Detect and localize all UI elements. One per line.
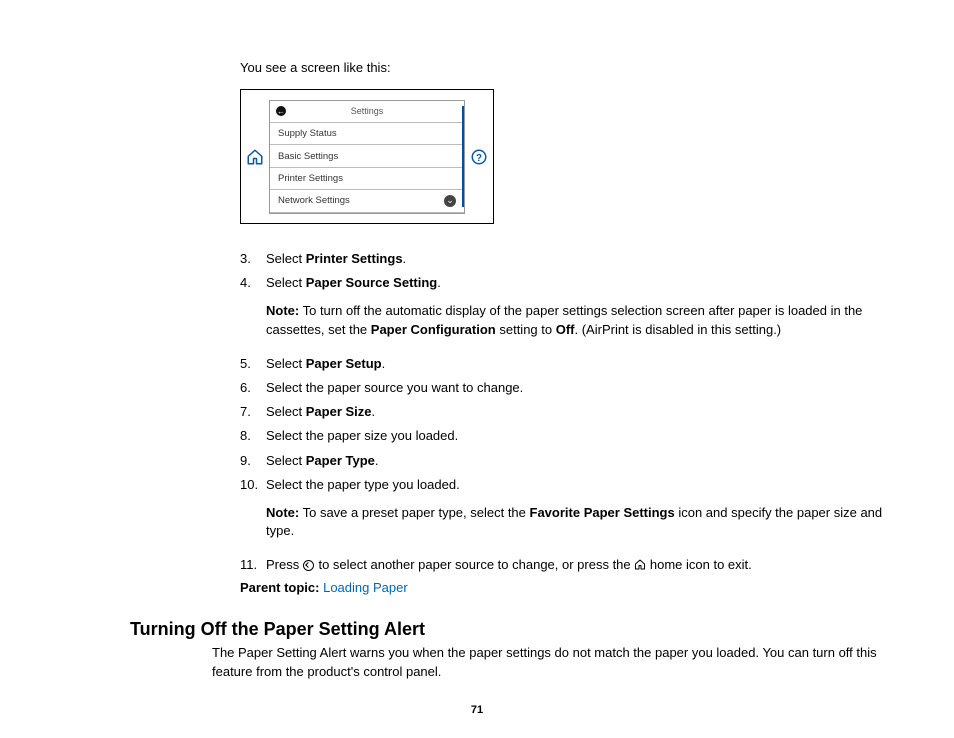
home-icon: [241, 148, 269, 166]
back-arrow-icon: [303, 560, 315, 572]
step-3: 3. Select Printer Settings.: [240, 250, 894, 268]
step-7: 7. Select Paper Size.: [240, 403, 894, 421]
step-8: 8. Select the paper size you loaded.: [240, 427, 894, 445]
section-body: The Paper Setting Alert warns you when t…: [212, 644, 894, 680]
step-4: 4. Select Paper Source Setting. Note: To…: [240, 274, 894, 349]
step-6: 6. Select the paper source you want to c…: [240, 379, 894, 397]
step-list: 3. Select Printer Settings. 4. Select Pa…: [240, 250, 894, 574]
content-block: You see a screen like this: ← Settings S…: [240, 60, 894, 595]
manual-page: You see a screen like this: ← Settings S…: [0, 0, 954, 738]
menu-item-supply-status: Supply Status: [270, 123, 464, 145]
screen-header: ← Settings: [270, 101, 464, 123]
page-number: 71: [0, 704, 954, 716]
back-icon: ←: [276, 106, 286, 116]
printer-screen-figure: ← Settings Supply Status Basic Settings …: [240, 89, 494, 224]
scroll-down-icon: ⌄: [444, 195, 456, 207]
step-9: 9. Select Paper Type.: [240, 452, 894, 470]
screen-list: ← Settings Supply Status Basic Settings …: [269, 100, 465, 214]
parent-topic: Parent topic: Loading Paper: [240, 580, 894, 595]
scrollbar: [462, 106, 464, 207]
step-11: 11. Press to select another paper source…: [240, 556, 894, 574]
parent-topic-link[interactable]: Loading Paper: [323, 580, 408, 595]
note-step-4: Note: To turn off the automatic display …: [266, 302, 894, 338]
note-step-10: Note: To save a preset paper type, selec…: [266, 504, 894, 540]
step-5: 5. Select Paper Setup.: [240, 355, 894, 373]
intro-text: You see a screen like this:: [240, 60, 894, 75]
screen-title: Settings: [351, 106, 384, 116]
section-heading: Turning Off the Paper Setting Alert: [130, 619, 894, 640]
menu-item-network-settings: Network Settings ⌄: [270, 190, 464, 212]
home-inline-icon: [634, 558, 646, 570]
step-10: 10. Select the paper type you loaded. No…: [240, 476, 894, 551]
menu-item-basic-settings: Basic Settings: [270, 145, 464, 167]
menu-item-printer-settings: Printer Settings: [270, 168, 464, 190]
help-icon: ?: [465, 148, 493, 166]
svg-text:?: ?: [476, 152, 482, 163]
